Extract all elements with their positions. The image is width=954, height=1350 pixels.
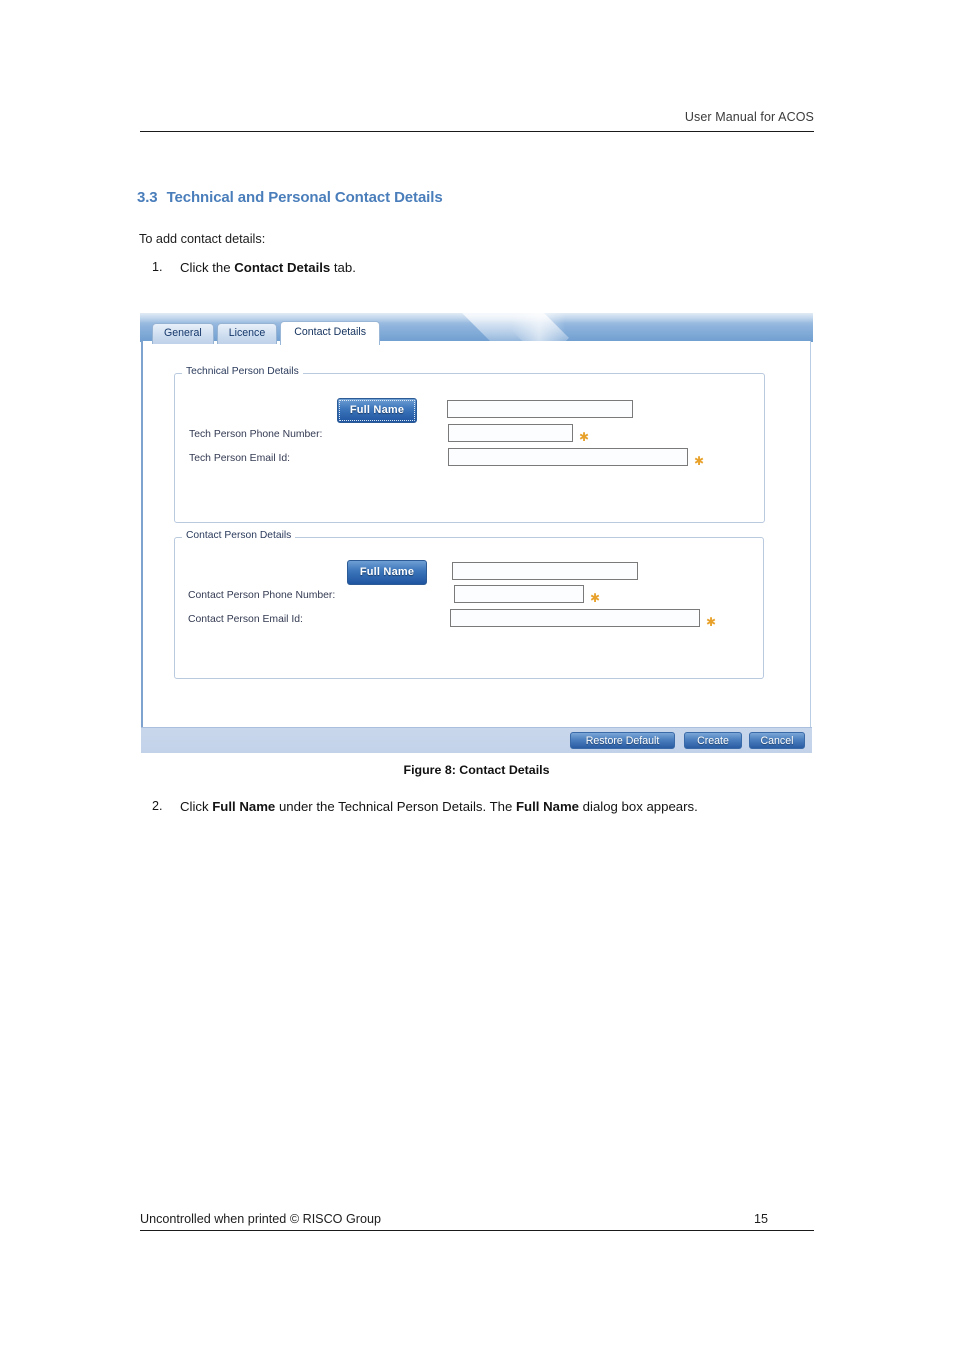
tab-licence[interactable]: Licence xyxy=(216,323,278,344)
tech-email-required-icon: ✱ xyxy=(694,454,705,468)
fieldset-technical-person-details: Technical Person Details Full Name Tech … xyxy=(174,366,765,523)
section-number: 3.3 xyxy=(137,189,158,206)
tech-full-name-input[interactable] xyxy=(447,400,633,418)
step-text-bold: Full Name xyxy=(212,799,276,814)
section-title: Technical and Personal Contact Details xyxy=(166,189,443,206)
create-button[interactable]: Create xyxy=(684,732,742,749)
step-text-after: dialog box appears. xyxy=(579,799,698,814)
tech-phone-input[interactable] xyxy=(448,424,573,442)
section-heading: 3.3 Technical and Personal Contact Detail… xyxy=(137,189,443,206)
tab-contact-details[interactable]: Contact Details xyxy=(280,321,381,345)
tech-email-input[interactable] xyxy=(448,448,688,466)
tab-general[interactable]: General xyxy=(152,323,214,344)
step-text: Click Full Name under the Technical Pers… xyxy=(180,799,698,814)
contact-full-name-button[interactable]: Full Name xyxy=(347,560,427,585)
step-text-bold: Contact Details xyxy=(234,260,331,275)
fieldset-contact-person-details: Contact Person Details Full Name Contact… xyxy=(174,530,764,679)
intro-text: To add contact details: xyxy=(139,232,266,246)
step-marker: 1. xyxy=(152,260,163,274)
step-text-middle: under the Technical Person Details. The xyxy=(275,799,516,814)
contact-phone-required-icon: ✱ xyxy=(590,591,601,605)
running-header-text: User Manual for ACOS xyxy=(684,110,814,124)
step-item: 1. Click the Contact Details tab. xyxy=(152,260,356,275)
tab-strip: General Licence Contact Details xyxy=(152,320,381,345)
step-text-bold-secondary: Full Name xyxy=(515,799,580,814)
figure-caption: Figure 8: Contact Details xyxy=(403,763,550,777)
contact-full-name-input[interactable] xyxy=(452,562,638,580)
step-text-before: Click xyxy=(180,799,213,814)
tech-phone-required-icon: ✱ xyxy=(579,430,590,444)
contact-email-required-icon: ✱ xyxy=(706,615,717,629)
contact-email-label: Contact Person Email Id: xyxy=(188,614,303,625)
footer-copyright: Uncontrolled when printed © RISCO Group xyxy=(140,1212,381,1226)
footer-page-number: 15 xyxy=(753,1212,768,1226)
tab-panel-contact-details: Technical Person Details Full Name Tech … xyxy=(141,341,811,727)
dialog-action-bar: Restore Default Create Cancel xyxy=(141,727,812,753)
contact-email-input[interactable] xyxy=(450,609,700,627)
contact-phone-input[interactable] xyxy=(454,585,584,603)
fieldset-legend: Contact Person Details xyxy=(182,530,296,541)
running-footer: Uncontrolled when printed © RISCO Group … xyxy=(140,1212,814,1231)
cancel-button[interactable]: Cancel xyxy=(749,732,805,749)
tech-email-label: Tech Person Email Id: xyxy=(189,453,291,464)
step-text-before: Click the xyxy=(180,260,235,275)
tech-full-name-button[interactable]: Full Name xyxy=(337,398,417,423)
running-header: User Manual for ACOS xyxy=(140,108,814,132)
restore-default-button[interactable]: Restore Default xyxy=(570,732,675,749)
fieldset-legend: Technical Person Details xyxy=(182,366,303,377)
figure-screenshot: General Licence Contact Details Technica… xyxy=(140,313,813,753)
step-item: 2. Click Full Name under the Technical P… xyxy=(152,799,698,814)
step-text-after: tab. xyxy=(330,260,356,275)
tech-phone-label: Tech Person Phone Number: xyxy=(189,429,323,440)
step-text: Click the Contact Details tab. xyxy=(180,260,356,275)
contact-phone-label: Contact Person Phone Number: xyxy=(188,590,336,601)
step-marker: 2. xyxy=(152,799,163,813)
